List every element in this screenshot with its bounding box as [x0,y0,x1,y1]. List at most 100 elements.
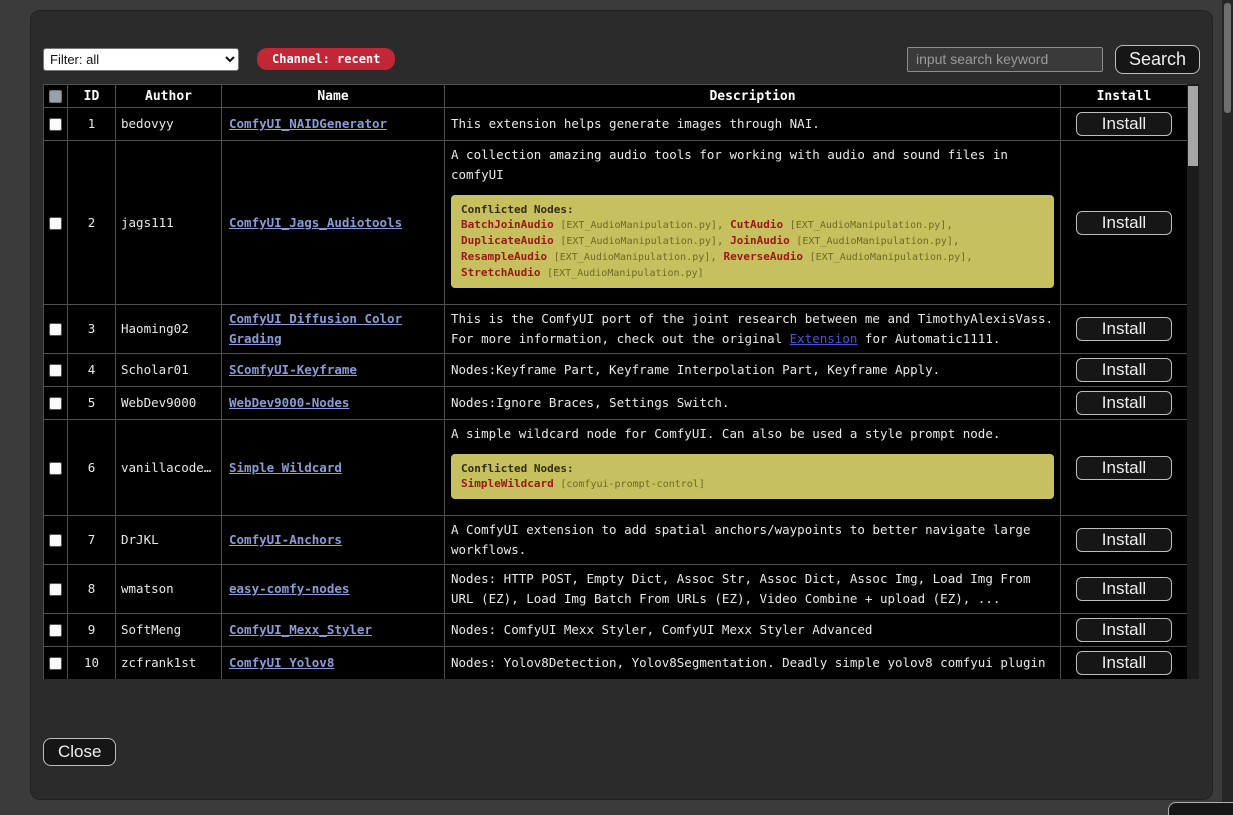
row-id: 8 [68,565,116,614]
table-row: 2jags111ComfyUI_Jags_AudiotoolsA collect… [44,141,1188,305]
row-name-cell: Simple Wildcard [222,420,445,516]
partial-button-bottom-right[interactable] [1168,802,1233,815]
row-author: WebDev9000 [116,387,222,420]
install-button[interactable]: Install [1076,651,1172,675]
row-checkbox[interactable] [49,624,62,637]
page-scrollbar-thumb[interactable] [1224,3,1231,113]
conflict-node-source: [EXT_AudioManipulation.py] [796,236,953,247]
conflicted-nodes-label: Conflicted Nodes: [461,202,1044,217]
conflicted-nodes-list: BatchJoinAudio [EXT_AudioManipulation.py… [461,217,1044,281]
extension-name-link[interactable]: Simple Wildcard [229,460,342,475]
row-id: 6 [68,420,116,516]
conflict-node-source: [EXT_AudioManipulation.py] [560,236,717,247]
conflict-node-name: SimpleWildcard [461,477,554,490]
row-checkbox[interactable] [49,118,62,131]
extension-name-link[interactable]: SComfyUI-Keyframe [229,362,357,377]
extension-name-link[interactable]: ComfyUI-Anchors [229,532,342,547]
extension-name-link[interactable]: ComfyUI_Mexx_Styler [229,622,372,637]
install-button[interactable]: Install [1076,112,1172,136]
install-button[interactable]: Install [1076,317,1172,341]
row-name-cell: ComfyUI_Mexx_Styler [222,614,445,647]
row-name-cell: ComfyUI_NAIDGenerator [222,108,445,141]
description-link[interactable]: Extension [790,331,858,346]
row-checkbox[interactable] [49,217,62,230]
row-description: Nodes:Ignore Braces, Settings Switch. [445,387,1061,420]
page-background: Filter: all Channel: recent Search I [0,0,1233,815]
extension-name-link[interactable]: ComfyUI Yolov8 [229,655,334,670]
row-check-cell [44,647,68,680]
row-check-cell [44,516,68,565]
custom-nodes-table-container: ID Author Name Description Install 1bedo… [43,84,1199,679]
column-header-author: Author [116,85,222,108]
row-install-cell: Install [1061,141,1188,305]
row-id: 2 [68,141,116,305]
row-name-cell: SComfyUI-Keyframe [222,354,445,387]
row-checkbox[interactable] [49,462,62,475]
table-header-row: ID Author Name Description Install [44,85,1188,108]
filter-select[interactable]: Filter: all [43,48,239,71]
row-description: A collection amazing audio tools for wor… [445,141,1061,305]
install-button[interactable]: Install [1076,618,1172,642]
install-button[interactable]: Install [1076,528,1172,552]
install-button[interactable]: Install [1076,456,1172,480]
conflict-node-name: ResampleAudio [461,250,547,263]
row-checkbox[interactable] [49,657,62,670]
row-name-cell: ComfyUI-Anchors [222,516,445,565]
conflicted-nodes-label: Conflicted Nodes: [461,461,1044,476]
row-author: wmatson [116,565,222,614]
extension-name-link[interactable]: ComfyUI_Jags_Audiotools [229,215,402,230]
row-description: Nodes: ComfyUI Mexx Styler, ComfyUI Mexx… [445,614,1061,647]
row-author: Haoming02 [116,305,222,354]
row-checkbox[interactable] [49,323,62,336]
conflict-node-name: ReverseAudio [724,250,803,263]
conflict-node-source: [comfyui-prompt-control] [560,479,705,490]
row-check-cell [44,565,68,614]
row-check-cell [44,614,68,647]
column-header-id: ID [68,85,116,108]
extension-name-link[interactable]: WebDev9000-Nodes [229,395,349,410]
table-body: 1bedovyyComfyUI_NAIDGeneratorThis extens… [44,108,1188,680]
install-button[interactable]: Install [1076,577,1172,601]
row-install-cell: Install [1061,420,1188,516]
custom-nodes-dialog: Filter: all Channel: recent Search I [30,10,1213,800]
table-row: 4Scholar01SComfyUI-KeyframeNodes:Keyfram… [44,354,1188,387]
table-scrollbar-thumb[interactable] [1188,86,1198,166]
row-checkbox[interactable] [49,534,62,547]
extension-name-link[interactable]: easy-comfy-nodes [229,581,349,596]
row-id: 7 [68,516,116,565]
row-install-cell: Install [1061,516,1188,565]
conflict-node-name: StretchAudio [461,266,540,279]
table-scrollbar[interactable] [1187,84,1199,679]
row-install-cell: Install [1061,387,1188,420]
install-button[interactable]: Install [1076,391,1172,415]
conflict-node-name: JoinAudio [730,234,790,247]
row-description: This extension helps generate images thr… [445,108,1061,141]
select-all-checkbox[interactable] [49,90,62,103]
extension-name-link[interactable]: ComfyUI Diffusion Color Grading [229,311,402,346]
row-checkbox[interactable] [49,583,62,596]
row-install-cell: Install [1061,614,1188,647]
search-button[interactable]: Search [1115,45,1200,74]
row-check-cell [44,354,68,387]
install-button[interactable]: Install [1076,358,1172,382]
extension-name-link[interactable]: ComfyUI_NAIDGenerator [229,116,387,131]
row-name-cell: ComfyUI_Jags_Audiotools [222,141,445,305]
row-checkbox[interactable] [49,364,62,377]
search-input[interactable] [907,47,1103,72]
install-button[interactable]: Install [1076,211,1172,235]
close-button[interactable]: Close [43,738,116,766]
column-header-name: Name [222,85,445,108]
row-check-cell [44,141,68,305]
row-id: 1 [68,108,116,141]
row-author: SoftMeng [116,614,222,647]
row-checkbox[interactable] [49,397,62,410]
row-name-cell: ComfyUI Yolov8 [222,647,445,680]
conflict-node-name: DuplicateAudio [461,234,554,247]
channel-badge[interactable]: Channel: recent [257,48,395,70]
table-row: 1bedovyyComfyUI_NAIDGeneratorThis extens… [44,108,1188,141]
row-install-cell: Install [1061,647,1188,680]
page-scrollbar[interactable] [1222,0,1233,815]
row-install-cell: Install [1061,108,1188,141]
row-id: 4 [68,354,116,387]
row-check-cell [44,108,68,141]
